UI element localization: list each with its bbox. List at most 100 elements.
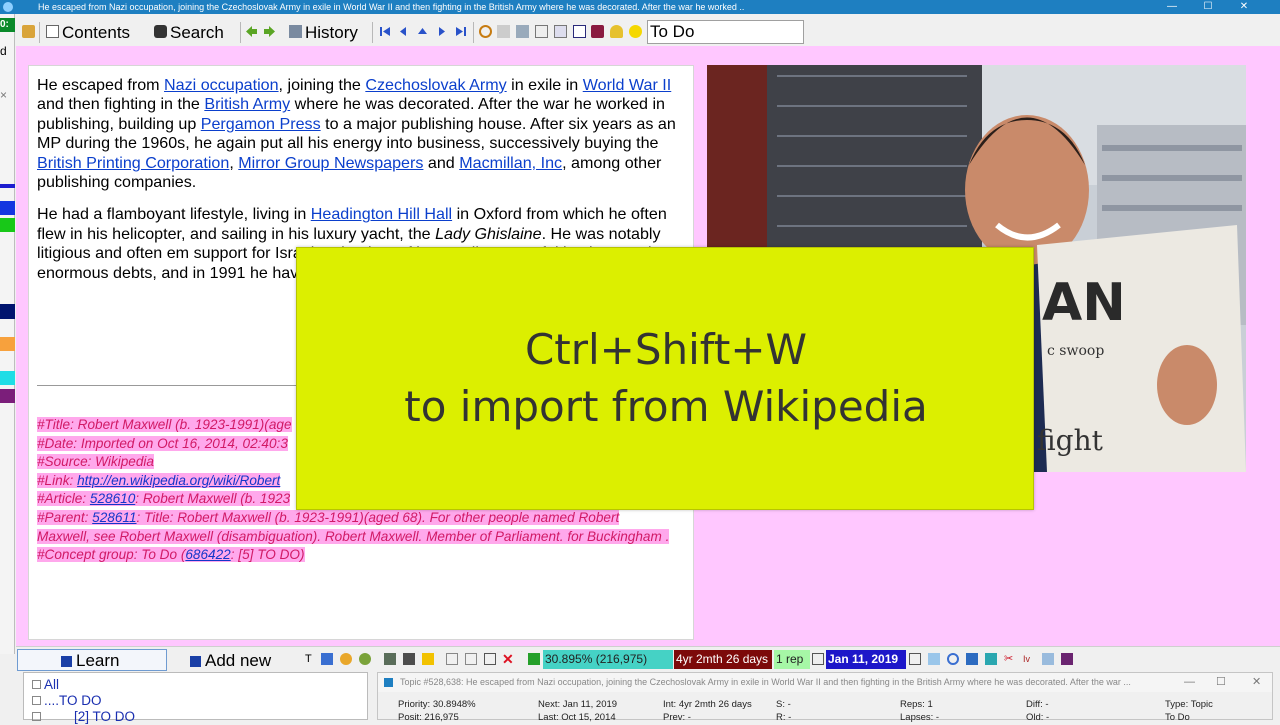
back-arrow-icon[interactable] (245, 25, 258, 38)
screen-icon[interactable] (403, 653, 415, 665)
folder-icon[interactable] (22, 25, 35, 38)
learn-button[interactable]: Learn (17, 649, 167, 671)
app-icon (3, 2, 13, 12)
navigate-icon[interactable] (966, 653, 978, 665)
forward-arrow-icon[interactable] (263, 25, 276, 38)
minimize-button[interactable]: — (1154, 0, 1190, 14)
maximize-button[interactable]: ☐ (1190, 0, 1226, 14)
close-button[interactable]: ✕ (1226, 0, 1262, 14)
mail-icon[interactable] (535, 25, 548, 38)
article-link[interactable]: World War II (583, 76, 672, 94)
tools-icon[interactable]: ✂ (1004, 653, 1016, 665)
last-element-icon[interactable] (454, 25, 467, 38)
books-icon[interactable] (1061, 653, 1073, 665)
next-element-icon[interactable] (435, 25, 448, 38)
article-link[interactable]: Nazi occupation (164, 76, 279, 94)
next-field: Next: Jan 11, 2019 (538, 699, 618, 710)
add-new-icon (190, 656, 201, 667)
contents-button[interactable]: Contents (62, 21, 130, 44)
delete-icon[interactable]: ✕ (502, 652, 514, 666)
list-icon[interactable] (1042, 653, 1054, 665)
status-bar: Learn Add new T ✕ 30.895% (216,975) ! 4y… (16, 646, 1280, 671)
reference-text: : Robert Maxwell (b. 1923 (135, 491, 291, 507)
reference-text: #Source: Wikipedia (37, 454, 154, 470)
reference-link[interactable]: 686422 (185, 547, 230, 562)
tree-item[interactable]: [2] TO DO (32, 709, 135, 725)
bulb-icon[interactable] (629, 25, 642, 38)
find-icon[interactable] (479, 25, 492, 38)
priority-value[interactable]: 30.895% (216,975) (543, 650, 673, 669)
box-icon[interactable] (484, 653, 496, 665)
window-icon[interactable] (554, 25, 567, 38)
tree-item[interactable]: All (32, 677, 59, 693)
text-icon[interactable] (497, 25, 510, 38)
parent-element-icon[interactable] (416, 25, 429, 38)
toolbar-separator (39, 22, 40, 43)
text-run: in exile in (506, 76, 583, 94)
article-link[interactable]: British Printing Corporation (37, 154, 229, 172)
sound-icon[interactable] (359, 653, 371, 665)
add-new-button[interactable]: Add new (169, 649, 299, 671)
user-icon[interactable] (610, 25, 623, 38)
reference-line: #Parent: 528611: Title: Robert Maxwell (… (37, 509, 687, 528)
target-icon[interactable] (947, 653, 959, 665)
newspaper-caption: fight (1037, 424, 1104, 457)
strip-close-icon[interactable]: × (0, 88, 15, 102)
tree-item[interactable]: ....TO DO (32, 693, 102, 709)
contents-icon (46, 25, 59, 38)
layout-icon[interactable] (573, 25, 586, 38)
inner-close-button[interactable]: ✕ (1252, 673, 1261, 692)
learn-icon (61, 656, 72, 667)
reference-text: #Parent: (37, 509, 93, 525)
branch-icon[interactable] (985, 653, 997, 665)
lock-icon[interactable] (928, 653, 940, 665)
posit-field: Posit: 216,975 (398, 712, 459, 723)
text-style-icon[interactable]: T (305, 653, 317, 665)
paste-icon[interactable] (465, 653, 477, 665)
strip-mark (0, 184, 15, 188)
search-button[interactable]: Search (170, 21, 224, 44)
concept-field: To Do (1165, 712, 1190, 723)
shortcut-description: to import from Wikipedia (404, 382, 928, 431)
edit-icon[interactable] (321, 653, 333, 665)
copy-icon[interactable] (446, 653, 458, 665)
strip-mark (0, 218, 15, 232)
italic-text: Lady Ghislaine (435, 224, 542, 243)
reference-link[interactable]: 528611 (92, 510, 136, 525)
schedule-icon[interactable] (909, 653, 921, 665)
label-icon[interactable] (422, 653, 434, 665)
repetitions-value[interactable]: 1 rep (774, 650, 810, 669)
history-icon (289, 25, 302, 38)
window-icon (384, 678, 393, 687)
text-run: , (229, 153, 239, 172)
video-icon[interactable] (384, 653, 396, 665)
image-icon[interactable] (340, 653, 352, 665)
priority-field: Priority: 30.8948% (398, 699, 476, 710)
article-link[interactable]: British Army (204, 95, 290, 113)
article-link[interactable]: Macmillan, Inc (459, 154, 562, 172)
history-button[interactable]: History (305, 21, 358, 44)
book-icon[interactable] (516, 25, 529, 38)
first-element-icon[interactable] (379, 25, 392, 38)
reference-link[interactable]: 528610 (90, 491, 135, 506)
interval-value[interactable]: 4yr 2mth 26 days (674, 650, 772, 669)
reference-text: : Title: Robert Maxwell (b. 1923-1991)(a… (136, 509, 620, 525)
reference-text: #Link: (37, 472, 78, 488)
article-link[interactable]: Pergamon Press (201, 115, 321, 133)
left-strip: 0: d × (0, 14, 15, 654)
previous-element-icon[interactable] (397, 25, 410, 38)
article-link[interactable]: Headington Hill Hall (311, 205, 452, 223)
inner-minimize-button[interactable]: — (1184, 673, 1195, 692)
article-link[interactable]: Czechoslovak Army (365, 76, 506, 94)
article-link[interactable]: Mirror Group Newspapers (238, 154, 423, 172)
inner-maximize-button[interactable]: ☐ (1216, 673, 1226, 692)
tags-icon[interactable]: Iv (1023, 653, 1035, 665)
contents-tree[interactable]: All ....TO DO [2] TO DO (23, 672, 368, 724)
learn-label: Learn (76, 651, 120, 670)
calendar-icon[interactable] (812, 653, 824, 665)
concept-group-field[interactable]: To Do (647, 20, 804, 44)
reference-link[interactable]: http://en.wikipedia.org/wiki/Robert (77, 473, 280, 488)
next-date-value[interactable]: Jan 11, 2019 (826, 650, 906, 669)
library-icon[interactable] (591, 25, 604, 38)
reference-line: Maxwell, see Robert Maxwell (disambiguat… (37, 528, 687, 547)
